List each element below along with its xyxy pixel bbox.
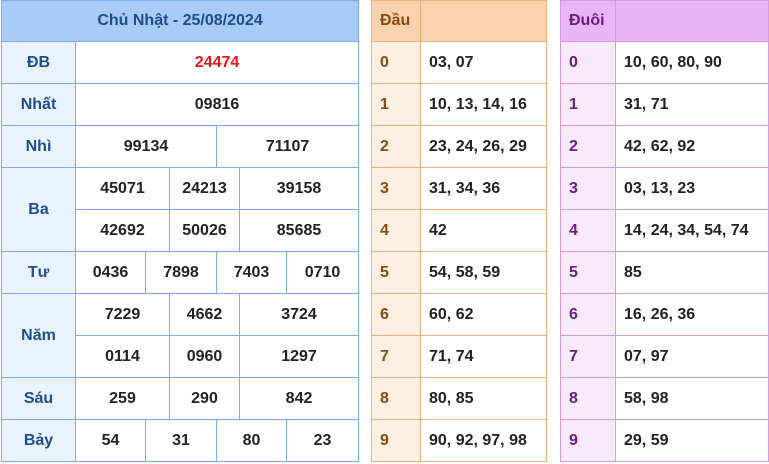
head-digit-values: 60, 62 (420, 293, 547, 336)
prize-value-fifth-1: 7229 (75, 293, 170, 336)
prize-value-fifth-2: 4662 (169, 293, 240, 336)
tail-digit-key: 6 (560, 293, 616, 336)
head-digit-values: 23, 24, 26, 29 (420, 125, 547, 168)
tail-digits-header: Đuôi (560, 0, 616, 42)
head-digit-key: 1 (371, 83, 421, 126)
tail-digit-values: 31, 71 (615, 83, 769, 126)
head-digits-table: Đầu 0 03, 07 1 10, 13, 14, 16 2 23, 24, 26,… (371, 0, 547, 462)
head-digit-values: 90, 92, 97, 98 (420, 419, 547, 462)
head-digit-key: 3 (371, 167, 421, 210)
head-digit-key: 5 (371, 251, 421, 294)
prize-value-seventh-1: 54 (75, 419, 146, 462)
prize-value-fifth-6: 1297 (238, 335, 360, 378)
prize-label-second: Nhì (1, 125, 76, 168)
tail-digit-values: 14, 24, 34, 54, 74 (615, 209, 769, 252)
prize-value-seventh-4: 23 (285, 419, 360, 462)
head-digit-values: 42 (420, 209, 547, 252)
prize-label-fifth: Năm (1, 293, 76, 378)
prize-label-first: Nhất (1, 83, 76, 126)
tail-digit-values: 03, 13, 23 (615, 167, 769, 210)
prize-value-third-3: 39158 (238, 167, 360, 210)
tail-digit-key: 3 (560, 167, 616, 210)
prize-value-third-1: 45071 (75, 167, 170, 210)
prize-value-sixth-1: 259 (75, 377, 170, 420)
tail-digits-table: Đuôi 0 10, 60, 80, 90 1 31, 71 2 42, 62, 92… (560, 0, 769, 462)
prize-value-second-2: 71107 (215, 125, 360, 168)
prize-value-fourth-1: 0436 (75, 251, 146, 294)
tail-digit-key: 2 (560, 125, 616, 168)
head-digits-header-blank (420, 0, 547, 42)
prize-value-third-4: 42692 (75, 209, 170, 252)
prize-value-third-2: 24213 (169, 167, 240, 210)
prize-value-second-1: 99134 (75, 125, 217, 168)
tail-digit-key: 5 (560, 251, 616, 294)
tail-digit-key: 0 (560, 41, 616, 84)
tail-digit-key: 1 (560, 83, 616, 126)
head-digit-values: 80, 85 (420, 377, 547, 420)
tail-digit-values: 29, 59 (615, 419, 769, 462)
prize-label-sixth: Sáu (1, 377, 76, 420)
tail-digit-values: 85 (615, 251, 769, 294)
tail-digit-values: 10, 60, 80, 90 (615, 41, 769, 84)
tail-digits-header-blank (615, 0, 769, 42)
head-digit-key: 4 (371, 209, 421, 252)
head-digit-key: 8 (371, 377, 421, 420)
tail-digit-key: 4 (560, 209, 616, 252)
prize-label-special: ĐB (1, 41, 76, 84)
prize-value-fourth-3: 7403 (216, 251, 287, 294)
prize-value-sixth-3: 842 (238, 377, 360, 420)
prize-value-special: 24474 (74, 41, 360, 84)
head-digit-key: 2 (371, 125, 421, 168)
results-title: Chủ Nhật - 25/08/2024 (0, 0, 360, 42)
prize-label-seventh: Bảy (1, 419, 76, 462)
tail-digit-key: 8 (560, 377, 616, 420)
tail-digit-values: 42, 62, 92 (615, 125, 769, 168)
tail-digit-key: 9 (560, 419, 616, 462)
prize-value-sixth-2: 290 (169, 377, 240, 420)
prize-value-fifth-5: 0960 (169, 335, 240, 378)
tail-digit-values: 16, 26, 36 (615, 293, 769, 336)
prize-label-third: Ba (1, 167, 76, 252)
head-digit-key: 6 (371, 293, 421, 336)
prize-value-third-5: 50026 (169, 209, 240, 252)
head-digit-values: 31, 34, 36 (420, 167, 547, 210)
prize-value-first: 09816 (74, 83, 360, 126)
lottery-results-table: Chủ Nhật - 25/08/2024 ĐB 24474 Nhất 0981… (0, 0, 360, 462)
tail-digit-key: 7 (560, 335, 616, 378)
tail-digit-values: 07, 97 (615, 335, 769, 378)
head-digit-values: 10, 13, 14, 16 (420, 83, 547, 126)
prize-value-fifth-4: 0114 (75, 335, 170, 378)
prize-value-fifth-3: 3724 (238, 293, 360, 336)
tail-digit-values: 58, 98 (615, 377, 769, 420)
head-digit-key: 0 (371, 41, 421, 84)
head-digit-key: 9 (371, 419, 421, 462)
head-digit-values: 71, 74 (420, 335, 547, 378)
prize-value-fourth-4: 0710 (285, 251, 360, 294)
head-digits-header: Đầu (371, 0, 421, 42)
head-digit-key: 7 (371, 335, 421, 378)
prize-value-seventh-3: 80 (216, 419, 287, 462)
head-digit-values: 54, 58, 59 (420, 251, 547, 294)
head-digit-values: 03, 07 (420, 41, 547, 84)
prize-value-fourth-2: 7898 (145, 251, 217, 294)
prize-value-seventh-2: 31 (145, 419, 217, 462)
prize-label-fourth: Tư (1, 251, 76, 294)
prize-value-third-6: 85685 (238, 209, 360, 252)
